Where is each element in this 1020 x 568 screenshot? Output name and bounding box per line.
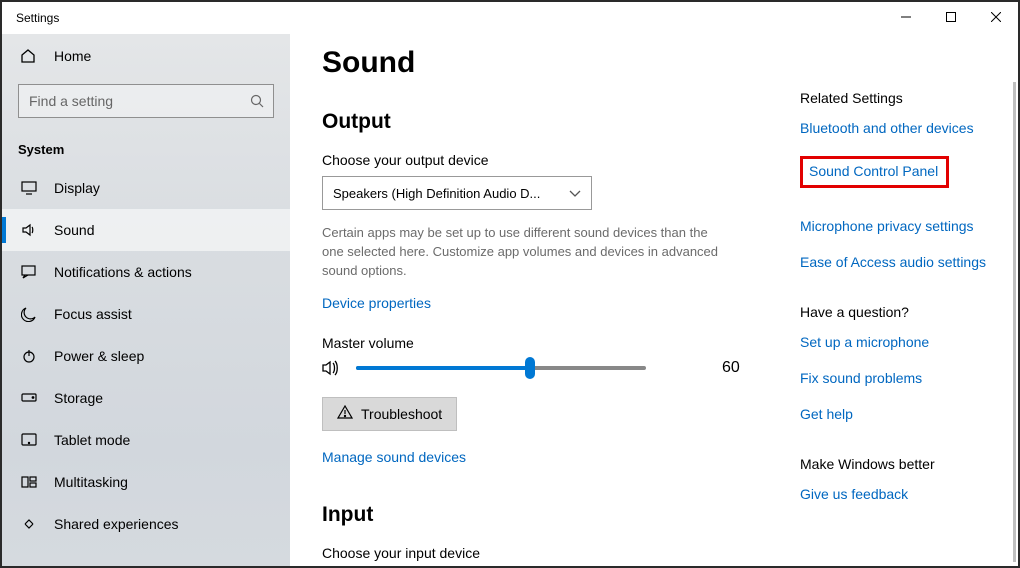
sidebar-item-focus-assist[interactable]: Focus assist [2,293,290,335]
sidebar-item-display[interactable]: Display [2,167,290,209]
home-label: Home [54,48,91,64]
chevron-down-icon [569,186,581,201]
bluetooth-link[interactable]: Bluetooth and other devices [800,120,986,136]
sidebar-item-label: Storage [54,390,103,406]
get-help-link[interactable]: Get help [800,406,986,422]
device-properties-link[interactable]: Device properties [322,295,431,311]
storage-icon [20,393,38,403]
input-heading: Input [322,503,774,527]
make-windows-better-heading: Make Windows better [800,456,986,472]
sidebar-item-label: Shared experiences [54,516,179,532]
sidebar-item-multitasking[interactable]: Multitasking [2,461,290,503]
volume-slider[interactable] [356,366,646,370]
troubleshoot-label: Troubleshoot [361,406,442,422]
speaker-icon[interactable] [322,360,340,376]
master-volume-label: Master volume [322,335,774,351]
give-feedback-link[interactable]: Give us feedback [800,486,986,502]
related-settings-heading: Related Settings [800,90,986,106]
search-input[interactable]: Find a setting [18,84,274,118]
shared-icon [20,517,38,531]
have-question-heading: Have a question? [800,304,986,320]
display-icon [20,181,38,195]
sidebar-item-shared-experiences[interactable]: Shared experiences [2,503,290,545]
output-help-text: Certain apps may be set up to use differ… [322,224,722,281]
sidebar-item-label: Sound [54,222,94,238]
focus-icon [20,306,38,322]
scrollbar[interactable] [1013,82,1016,562]
close-button[interactable] [973,2,1018,32]
window-title: Settings [16,11,59,25]
tablet-icon [20,433,38,447]
sidebar-item-tablet-mode[interactable]: Tablet mode [2,419,290,461]
output-device-select[interactable]: Speakers (High Definition Audio D... [322,176,592,210]
slider-thumb[interactable] [525,357,535,379]
volume-value: 60 [722,359,740,377]
sidebar-item-label: Multitasking [54,474,128,490]
sidebar-item-power-sleep[interactable]: Power & sleep [2,335,290,377]
window-controls [883,2,1018,32]
sidebar-item-label: Notifications & actions [54,264,192,280]
sidebar-item-sound[interactable]: Sound [2,209,290,251]
multitasking-icon [20,476,38,488]
mic-privacy-link[interactable]: Microphone privacy settings [800,218,986,234]
notifications-icon [20,265,38,279]
power-icon [20,348,38,364]
sidebar-item-storage[interactable]: Storage [2,377,290,419]
search-icon [249,93,265,112]
sidebar-item-label: Tablet mode [54,432,130,448]
content-area: Sound Output Choose your output device S… [290,34,1018,566]
sidebar-category: System [2,122,290,167]
troubleshoot-button[interactable]: Troubleshoot [322,397,457,431]
sidebar: Home Find a setting System Display Sound… [2,34,290,566]
maximize-button[interactable] [928,2,973,32]
titlebar: Settings [2,2,1018,34]
sidebar-item-notifications[interactable]: Notifications & actions [2,251,290,293]
sidebar-item-label: Focus assist [54,306,132,322]
home-icon [20,48,38,64]
warning-icon [337,405,353,422]
manage-sound-devices-link[interactable]: Manage sound devices [322,449,466,465]
home-nav[interactable]: Home [2,36,290,76]
output-device-value: Speakers (High Definition Audio D... [333,186,540,201]
sound-icon [20,223,38,237]
ease-of-access-audio-link[interactable]: Ease of Access audio settings [800,254,986,270]
sound-control-panel-link[interactable]: Sound Control Panel [800,156,949,188]
sidebar-item-label: Display [54,180,100,196]
output-choose-label: Choose your output device [322,152,774,168]
slider-fill [356,366,530,370]
minimize-button[interactable] [883,2,928,32]
sidebar-item-label: Power & sleep [54,348,144,364]
setup-microphone-link[interactable]: Set up a microphone [800,334,986,350]
page-title: Sound [322,46,774,80]
input-choose-label: Choose your input device [322,545,774,561]
search-placeholder: Find a setting [29,93,113,109]
output-heading: Output [322,110,774,134]
fix-sound-link[interactable]: Fix sound problems [800,370,986,386]
